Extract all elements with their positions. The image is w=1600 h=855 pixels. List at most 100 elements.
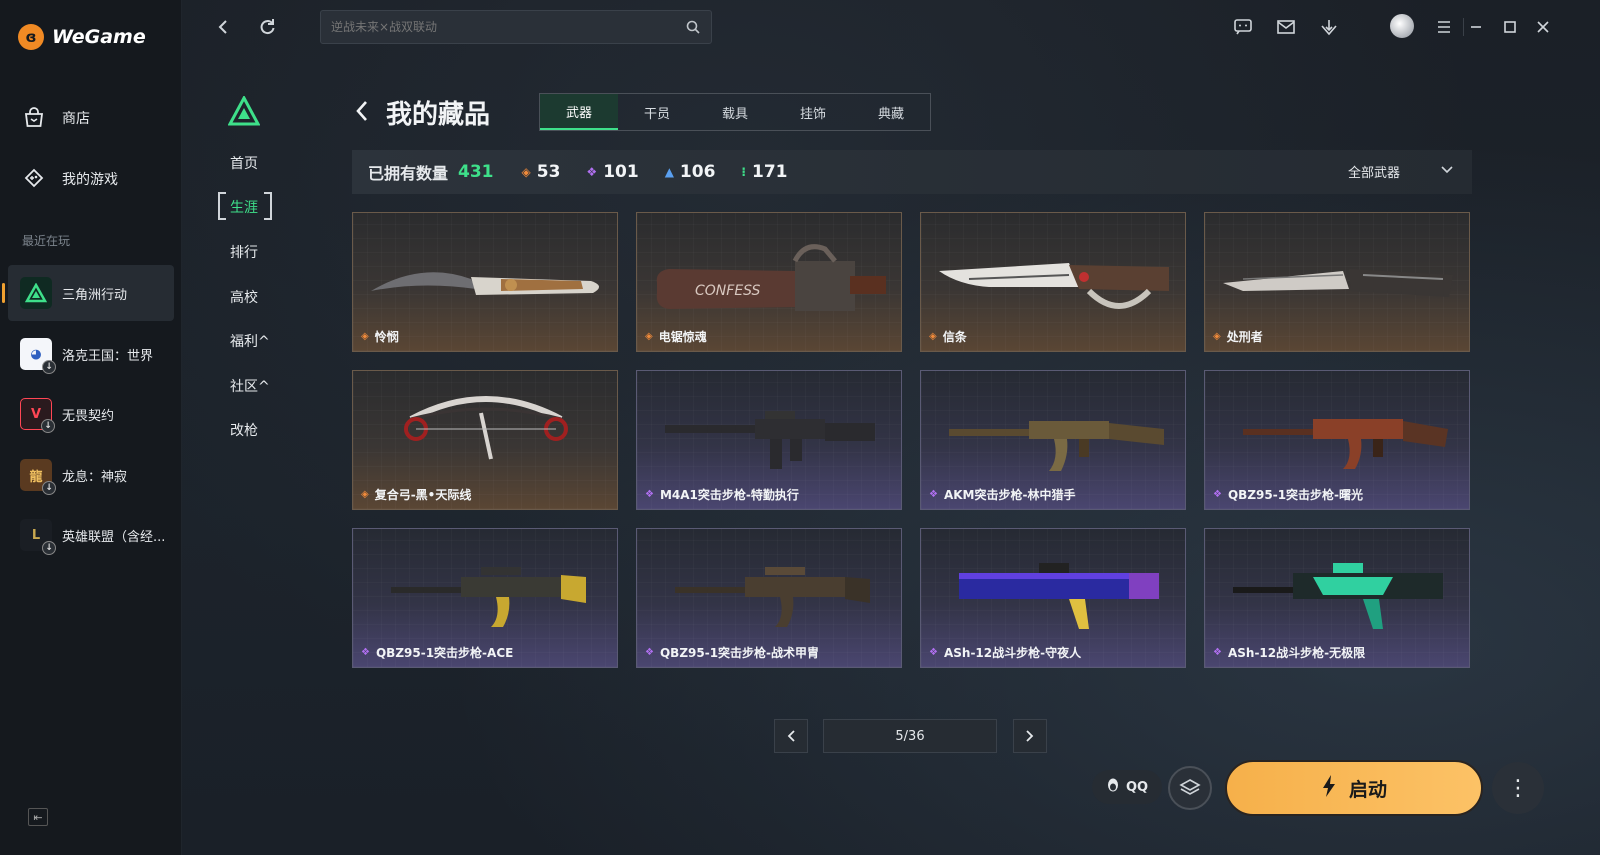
rarity-gem-icon: ❖ — [645, 489, 654, 500]
game-layers-button[interactable] — [1168, 766, 1212, 810]
search-box[interactable] — [320, 10, 712, 44]
sidebar-item-label: 我的游戏 — [62, 172, 118, 188]
item-label: ◈ 电锯惊魂 — [645, 328, 707, 345]
game-nav-gunsmith[interactable]: 改枪 — [230, 420, 258, 440]
chat-icon[interactable] — [1230, 14, 1256, 40]
rifle-art — [665, 411, 875, 469]
owned-count-label: 已拥有数量 — [368, 164, 449, 183]
item-label: ❖ ASh-12战斗步枪-守夜人 — [929, 644, 1081, 661]
collection-item-card[interactable]: ❖ QBZ95-1突击步枪-曙光 — [1204, 370, 1470, 510]
collection-item-card[interactable]: ❖ ASh-12战斗步枪-无极限 — [1204, 528, 1470, 668]
collection-item-card[interactable]: ❖ AKM突击步枪-林中猎手 — [920, 370, 1186, 510]
item-label: ❖ QBZ95-1突击步枪-曙光 — [1213, 486, 1363, 503]
prev-page-button[interactable] — [774, 719, 808, 753]
orange-gem-icon: ◈ — [521, 165, 531, 179]
rarity-count-purple: ❖ 101 — [586, 162, 638, 182]
wegame-logo-icon: ɞ — [18, 24, 44, 50]
sidebar-item-label: 商店 — [62, 111, 90, 127]
item-label: ❖ ASh-12战斗步枪-无极限 — [1213, 644, 1365, 661]
collection-item-card[interactable]: ◈ 处刑者 — [1204, 212, 1470, 352]
rarity-gem-icon: ◈ — [1213, 331, 1221, 342]
wegame-logo[interactable]: ɞ WeGame — [18, 24, 146, 50]
game-item-roco[interactable]: ◕ ↓ 洛克王国：世界 — [8, 326, 174, 382]
collection-item-card[interactable]: ❖ M4A1突击步枪-特勤执行 — [636, 370, 902, 510]
game-nav-community[interactable]: 社区^ — [230, 376, 270, 396]
rifle-art — [1233, 563, 1443, 629]
collection-item-card[interactable]: ❖ ASh-12战斗步枪-守夜人 — [920, 528, 1186, 668]
chevron-left-icon — [787, 730, 795, 742]
search-input[interactable] — [331, 20, 685, 34]
sidebar-item-shop[interactable]: 商店 — [22, 106, 90, 130]
item-label: ◈ 处刑者 — [1213, 328, 1263, 345]
gamepad-icon — [22, 167, 46, 191]
search-icon[interactable] — [685, 19, 701, 35]
menu-icon[interactable] — [1431, 14, 1457, 40]
maximize-icon[interactable] — [1497, 14, 1523, 40]
sidebar-item-my-games[interactable]: 我的游戏 — [22, 167, 118, 191]
rarity-count-value: 53 — [536, 162, 561, 182]
qq-login-button[interactable]: QQ — [1092, 770, 1162, 804]
rifle-art — [391, 567, 586, 627]
refresh-icon[interactable] — [254, 14, 280, 40]
more-options-icon[interactable]: ⋮ — [1492, 762, 1544, 814]
download-icon: ↓ — [41, 419, 55, 433]
collapse-sidebar-icon[interactable]: ⇤ — [28, 808, 48, 826]
rarity-count-green: ⁝ 171 — [741, 162, 787, 182]
item-name: 电锯惊魂 — [658, 330, 707, 344]
game-name: 龙息：神寂 — [62, 469, 128, 485]
page-indicator: 5/36 — [823, 719, 997, 753]
collection-item-card[interactable]: ◈ 怜悯 — [352, 212, 618, 352]
user-avatar[interactable] — [1390, 14, 1414, 38]
game-name: 洛克王国：世界 — [62, 348, 154, 364]
chevron-down-icon — [1440, 164, 1454, 179]
tab-vehicles[interactable]: 载具 — [696, 94, 774, 130]
game-nav-career[interactable]: 生涯 — [230, 197, 258, 217]
game-item-valorant[interactable]: V ↓ 无畏契约 — [8, 386, 174, 442]
game-item-lol[interactable]: L ↓ 英雄联盟（含经... — [8, 507, 174, 563]
rarity-count-blue: ▲ 106 — [665, 162, 716, 182]
knife-art — [371, 272, 600, 295]
tab-weapons[interactable]: 武器 — [540, 94, 618, 130]
delta-force-logo-icon[interactable] — [227, 94, 261, 126]
collection-item-card[interactable]: ❖ QBZ95-1突击步枪-ACE — [352, 528, 618, 668]
item-label: ❖ AKM突击步枪-林中猎手 — [929, 486, 1075, 503]
tab-collection[interactable]: 典藏 — [852, 94, 930, 130]
download-icon: ↓ — [42, 541, 56, 555]
qq-penguin-icon — [1106, 777, 1120, 797]
back-icon[interactable] — [210, 14, 236, 40]
download-manager-icon[interactable] — [1316, 14, 1342, 40]
collection-back-icon[interactable] — [354, 96, 374, 126]
minimize-icon[interactable] — [1463, 14, 1489, 40]
game-item-delta-force[interactable]: 三角洲行动 — [2, 265, 174, 321]
next-page-button[interactable] — [1013, 719, 1047, 753]
launch-button[interactable]: 启动 — [1225, 760, 1483, 816]
tab-charms[interactable]: 挂饰 — [774, 94, 852, 130]
item-name: 处刑者 — [1226, 330, 1263, 344]
game-item-dragon-breath[interactable]: 龍 ↓ 龙息：神寂 — [8, 447, 174, 503]
rarity-gem-icon: ◈ — [929, 331, 937, 342]
game-nav-ranking[interactable]: 排行 — [230, 242, 258, 262]
game-nav-campus[interactable]: 高校 — [230, 287, 258, 307]
collection-item-card[interactable]: ❖ QBZ95-1突击步枪-战术甲胄 — [636, 528, 902, 668]
item-name: AKM突击步枪-林中猎手 — [943, 488, 1076, 502]
item-name: ASh-12战斗步枪-无极限 — [1227, 646, 1366, 660]
item-name: ASh-12战斗步枪-守夜人 — [943, 646, 1082, 660]
rarity-gem-icon: ❖ — [929, 489, 938, 500]
collection-item-card[interactable]: CONFESS ◈ 电锯惊魂 — [636, 212, 902, 352]
item-label: ◈ 怜悯 — [361, 328, 399, 345]
item-name: 怜悯 — [374, 330, 399, 344]
item-label: ❖ QBZ95-1突击步枪-战术甲胄 — [645, 644, 819, 661]
tab-operators[interactable]: 干员 — [618, 94, 696, 130]
main-area: 首页 生涯 排行 高校 福利^ 社区^ 改枪 我的藏品 武器 干员 载具 挂饰 … — [182, 0, 1600, 855]
close-icon[interactable] — [1530, 14, 1556, 40]
game-nav-welfare[interactable]: 福利^ — [230, 331, 270, 351]
collection-item-card[interactable]: ◈ 信条 — [920, 212, 1186, 352]
league-of-legends-icon: L ↓ — [20, 519, 56, 555]
game-nav-home[interactable]: 首页 — [230, 153, 258, 173]
mail-icon[interactable] — [1273, 14, 1299, 40]
rarity-count-value: 101 — [603, 162, 639, 182]
weapon-filter-dropdown[interactable]: 全部武器 — [1348, 162, 1454, 181]
collection-item-card[interactable]: ◈ 复合弓-黑•天际线 — [352, 370, 618, 510]
chainsaw-art: CONFESS — [656, 244, 886, 311]
item-name: QBZ95-1突击步枪-曙光 — [1227, 488, 1364, 502]
